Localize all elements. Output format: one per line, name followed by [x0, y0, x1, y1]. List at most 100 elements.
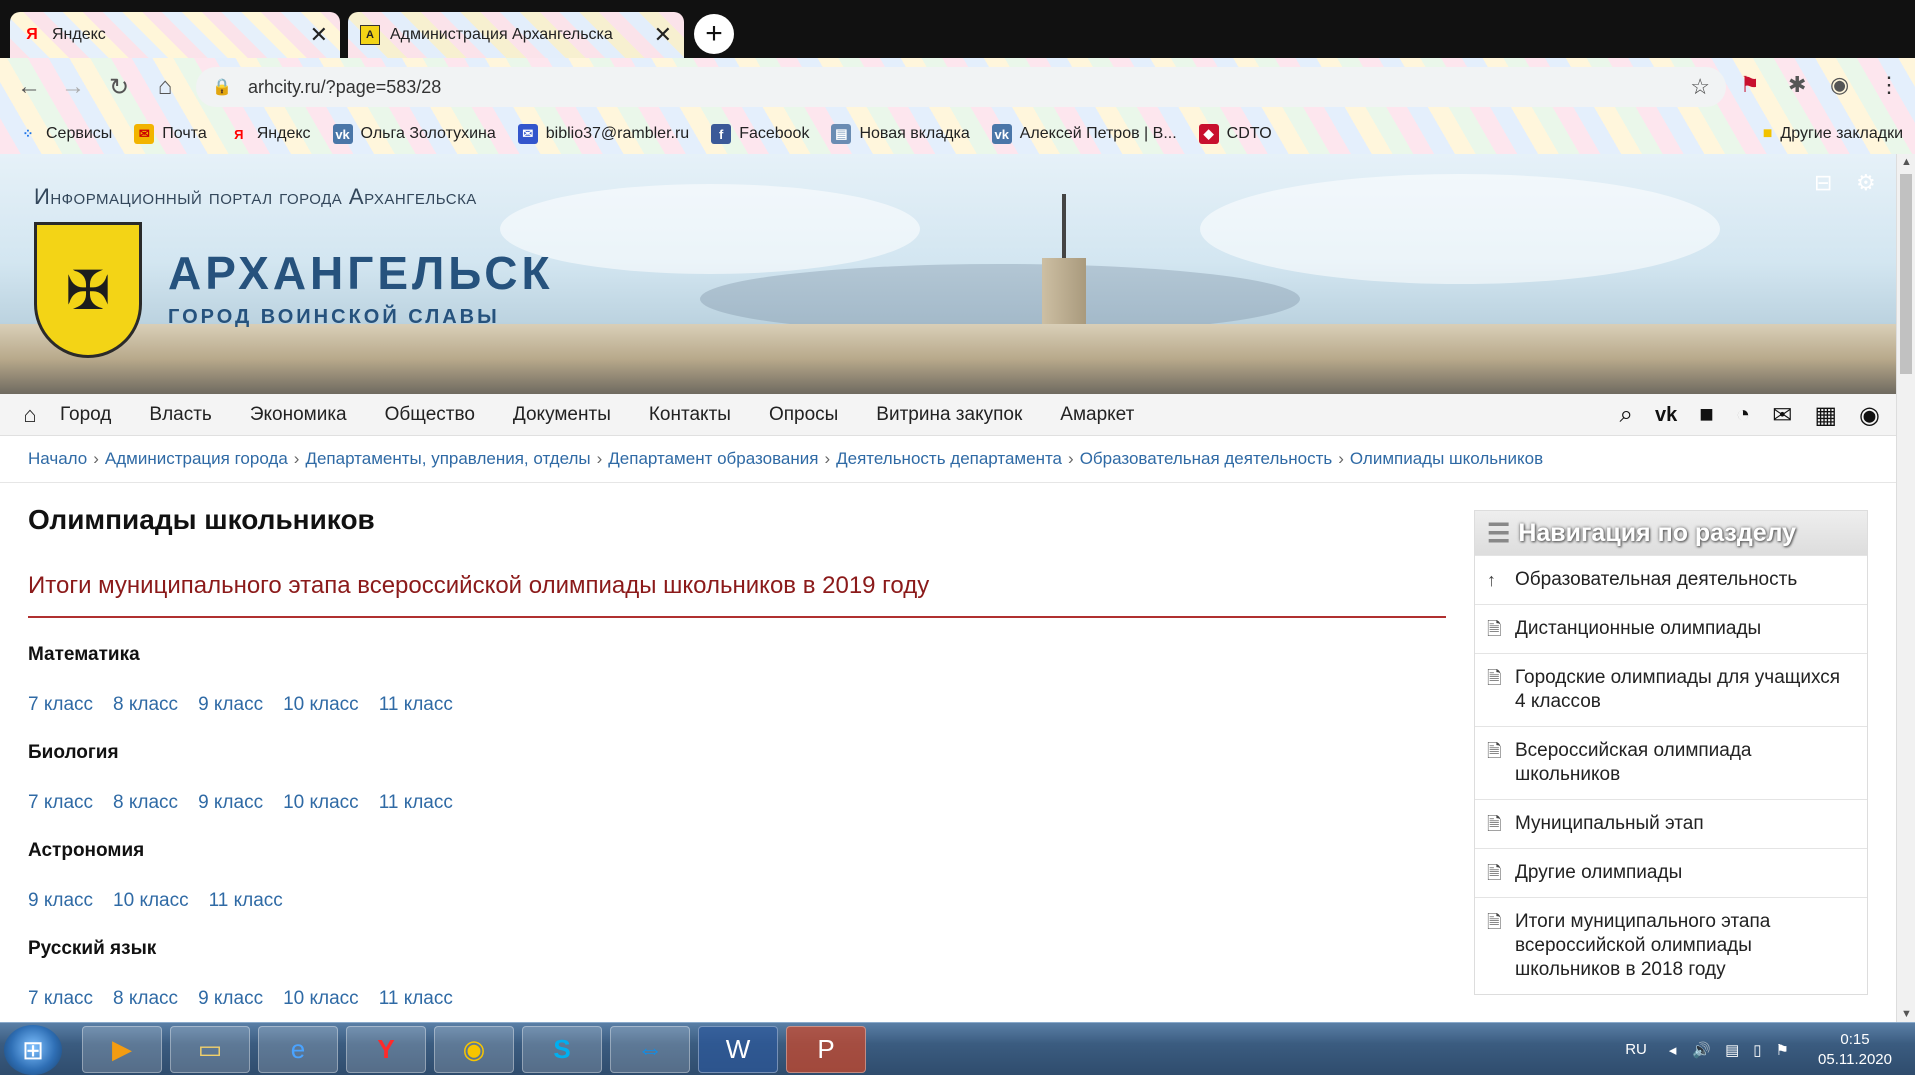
extension-flag-icon[interactable]: ⚑ [1740, 72, 1760, 98]
grade-link[interactable]: 7 класс [28, 988, 93, 1010]
sidebar-item[interactable]: 🗎 Всероссийская олимпиада школьников [1475, 726, 1867, 799]
other-bookmarks[interactable]: ■ Другие закладки [1763, 114, 1903, 154]
sidebar-item[interactable]: 🗎 Городские олимпиады для учащихся 4 кла… [1475, 653, 1867, 726]
nav-item-amarket[interactable]: Амаркет [1060, 404, 1134, 426]
nav-item-vitrina-zakupok[interactable]: Витрина закупок [876, 404, 1022, 426]
grade-link[interactable]: 11 класс [379, 694, 453, 716]
grade-link[interactable]: 11 класс [379, 792, 453, 814]
grade-link[interactable]: 9 класс [198, 988, 263, 1010]
city-crest-logo[interactable]: ✠ [34, 222, 142, 358]
bookmark-yandex[interactable]: Я Яндекс [229, 124, 310, 144]
nav-item-obshchestvo[interactable]: Общество [385, 404, 475, 426]
search-icon[interactable]: ⌕ [1620, 401, 1633, 429]
taskbar-skype[interactable]: S [522, 1026, 602, 1073]
close-tab-icon[interactable]: ✕ [654, 22, 672, 48]
eye-icon[interactable]: ◉ [1859, 401, 1880, 430]
breadcrumb-link[interactable]: Департамент образования [608, 449, 818, 469]
nav-item-ekonomika[interactable]: Экономика [250, 404, 347, 426]
tab-arhcity[interactable]: А Администрация Архангельска ✕ [348, 12, 684, 58]
home-button[interactable]: ⌂ [148, 70, 182, 104]
bookmark-mail[interactable]: ✉ Почта [134, 124, 207, 144]
close-tab-icon[interactable]: ✕ [310, 22, 328, 48]
taskbar-chrome[interactable]: ◉ [434, 1026, 514, 1073]
reload-button[interactable]: ↻ [102, 70, 136, 104]
back-button[interactable]: ← [12, 70, 46, 104]
forward-button[interactable]: → [56, 70, 90, 104]
bookmark-aleksey[interactable]: vk Алексей Петров | В... [991, 124, 1177, 144]
new-tab-button[interactable]: + [694, 14, 734, 54]
scroll-down-icon[interactable]: ▼ [1901, 1008, 1912, 1020]
grade-link[interactable]: 9 класс [198, 792, 263, 814]
qr-code-icon[interactable]: ▦ [1814, 401, 1837, 430]
sidebar-item-parent[interactable]: ↑ Образовательная деятельность [1475, 555, 1867, 604]
taskbar-word[interactable]: W [698, 1026, 778, 1073]
power-icon[interactable]: ▯ [1753, 1041, 1761, 1059]
show-hidden-icons-icon[interactable]: ◂ [1669, 1041, 1677, 1059]
home-icon[interactable]: ⌂ [0, 402, 60, 428]
sidebar-item[interactable]: 🗎 Дистанционные олимпиады [1475, 604, 1867, 653]
grade-link[interactable]: 10 класс [283, 792, 359, 814]
taskbar-powerpoint[interactable]: P [786, 1026, 866, 1073]
bookmark-olga[interactable]: vk Ольга Золотухина [332, 124, 496, 144]
grade-link[interactable]: 10 класс [113, 890, 189, 912]
nav-item-kontakty[interactable]: Контакты [649, 404, 731, 426]
vk-icon[interactable]: vk [1655, 404, 1677, 427]
rss-icon[interactable]: ◔ [1736, 401, 1751, 429]
breadcrumb-separator-icon: › [596, 449, 603, 468]
nav-item-dokumenty[interactable]: Документы [513, 404, 611, 426]
menu-kebab-icon[interactable]: ⋮ [1878, 72, 1900, 98]
nav-item-vlast[interactable]: Власть [149, 404, 211, 426]
bookmark-star-icon[interactable]: ☆ [1690, 74, 1710, 100]
taskbar-internet-explorer[interactable]: e [258, 1026, 338, 1073]
grade-link[interactable]: 9 класс [28, 890, 93, 912]
bookmark-facebook[interactable]: f Facebook [711, 124, 809, 144]
taskbar-yandex-browser[interactable]: Y [346, 1026, 426, 1073]
action-center-flag-icon[interactable]: ⚑ [1776, 1041, 1789, 1059]
grade-link[interactable]: 8 класс [113, 792, 178, 814]
bookmark-new-tab[interactable]: ▤ Новая вкладка [831, 124, 970, 144]
network-icon[interactable]: ▤ [1725, 1041, 1739, 1059]
settings-gear-icon[interactable]: ⚙ [1856, 170, 1876, 196]
breadcrumb-link[interactable]: Администрация города [105, 449, 288, 469]
breadcrumb-current[interactable]: Олимпиады школьников [1350, 449, 1543, 469]
sidebar-item[interactable]: 🗎 Другие олимпиады [1475, 848, 1867, 897]
grade-link[interactable]: 10 класс [283, 988, 359, 1010]
grade-link[interactable]: 11 класс [379, 988, 453, 1010]
tab-yandex[interactable]: Я Яндекс ✕ [10, 12, 340, 58]
grade-link[interactable]: 10 класс [283, 694, 359, 716]
breadcrumb-link[interactable]: Образовательная деятельность [1080, 449, 1333, 469]
bookmark-cdto[interactable]: ◆ CDTO [1198, 124, 1272, 144]
grade-link[interactable]: 9 класс [198, 694, 263, 716]
breadcrumb-link[interactable]: Деятельность департамента [836, 449, 1062, 469]
extensions-puzzle-icon[interactable]: ✱ [1788, 72, 1806, 98]
scrollbar-thumb[interactable] [1900, 174, 1912, 374]
sidebar-item[interactable]: 🗎 Муниципальный этап [1475, 799, 1867, 848]
taskbar-explorer[interactable]: ▭ [170, 1026, 250, 1073]
breadcrumb-link[interactable]: Начало [28, 449, 87, 469]
taskbar-teamviewer[interactable]: ⇔ [610, 1026, 690, 1073]
grade-link[interactable]: 11 класс [209, 890, 283, 912]
video-camera-icon[interactable]: ■ [1699, 401, 1714, 429]
volume-icon[interactable]: 🔊 [1692, 1041, 1711, 1059]
scroll-up-icon[interactable]: ▲ [1901, 156, 1912, 168]
grade-link[interactable]: 7 класс [28, 792, 93, 814]
page-scrollbar[interactable]: ▲ ▼ [1896, 154, 1915, 1022]
clock[interactable]: 0:15 05.11.2020 [1795, 1030, 1915, 1070]
address-bar[interactable]: 🔒 arhcity.ru/?page=583/28 ☆ [196, 67, 1726, 107]
profile-avatar-icon[interactable]: ◉ [1830, 72, 1849, 98]
language-indicator[interactable]: RU [1625, 1041, 1647, 1058]
login-icon[interactable]: ⊟ [1814, 170, 1832, 196]
breadcrumb-link[interactable]: Департаменты, управления, отделы [305, 449, 590, 469]
start-button[interactable]: ⊞ [4, 1025, 62, 1075]
nav-item-gorod[interactable]: Город [60, 404, 111, 426]
nav-item-oprosy[interactable]: Опросы [769, 404, 838, 426]
grade-link[interactable]: 8 класс [113, 694, 178, 716]
arrow-right-icon: → [61, 73, 85, 100]
grade-link[interactable]: 7 класс [28, 694, 93, 716]
envelope-icon[interactable]: ✉ [1772, 401, 1792, 430]
taskbar-media-player[interactable]: ▶ [82, 1026, 162, 1073]
bookmark-rambler[interactable]: ✉ biblio37@rambler.ru [517, 124, 689, 144]
grade-link[interactable]: 8 класс [113, 988, 178, 1010]
bookmark-services[interactable]: ⁘ Сервисы [18, 124, 113, 144]
sidebar-item[interactable]: 🗎 Итоги муниципального этапа всероссийск… [1475, 897, 1867, 994]
